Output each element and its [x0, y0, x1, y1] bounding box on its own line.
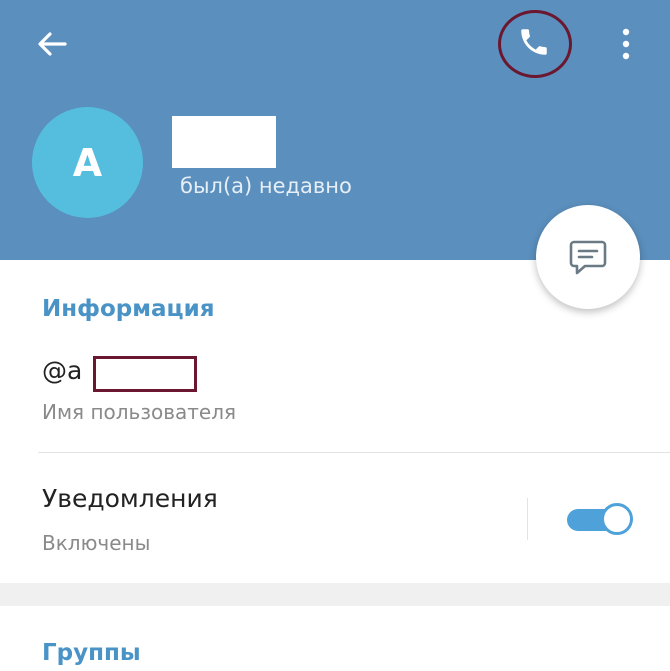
info-card: Информация @a Имя пользователя Уведомлен…: [0, 260, 670, 583]
groups-card: Группы: [0, 606, 670, 671]
toggle-knob: [601, 503, 633, 535]
username-redaction-box: [93, 356, 197, 392]
avatar-letter: A: [72, 140, 103, 185]
more-vert-icon: [622, 28, 630, 60]
notifications-label[interactable]: Уведомления: [42, 484, 218, 513]
more-options-button[interactable]: [606, 20, 646, 68]
avatar[interactable]: A: [32, 107, 143, 218]
notifications-status: Включены: [42, 531, 151, 555]
vertical-divider: [527, 498, 528, 540]
notifications-toggle[interactable]: [567, 503, 633, 535]
send-message-button[interactable]: [536, 205, 640, 309]
username-value[interactable]: @a: [42, 356, 82, 392]
back-arrow-icon: [38, 32, 67, 56]
username-prefix: @a: [42, 356, 83, 385]
username-label: Имя пользователя: [42, 400, 237, 424]
divider: [38, 452, 670, 453]
message-icon: [569, 240, 607, 275]
back-button[interactable]: [30, 24, 74, 64]
call-highlight-circle: [498, 10, 572, 78]
section-title-info: Информация: [42, 296, 215, 322]
contact-name-redacted: [172, 116, 276, 168]
section-title-groups: Группы: [42, 640, 141, 666]
last-seen-status: был(а) недавно: [180, 174, 352, 198]
call-button[interactable]: [498, 10, 572, 78]
